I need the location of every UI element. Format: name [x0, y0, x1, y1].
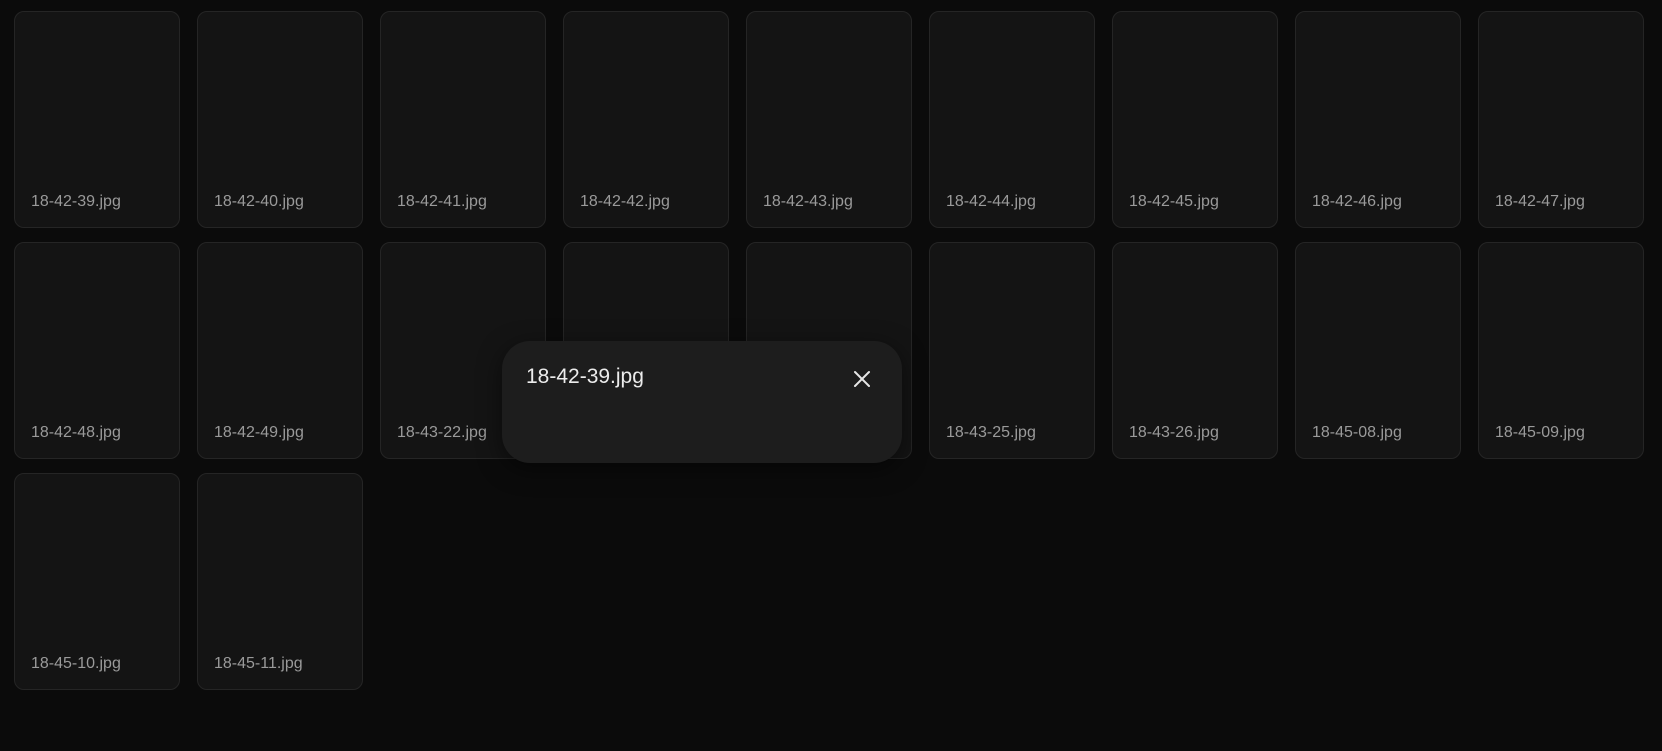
file-name-label: 18-45-11.jpg	[214, 655, 303, 672]
file-name-label: 18-42-40.jpg	[214, 193, 304, 210]
file-name-label: 18-42-46.jpg	[1312, 193, 1402, 210]
file-name-label: 18-42-47.jpg	[1495, 193, 1585, 210]
file-card[interactable]: 18-43-25.jpg	[929, 242, 1095, 459]
file-card[interactable]: 18-42-44.jpg	[929, 11, 1095, 228]
file-card[interactable]: 18-42-41.jpg	[380, 11, 546, 228]
file-card[interactable]: 18-43-26.jpg	[1112, 242, 1278, 459]
close-button[interactable]	[838, 363, 886, 395]
file-name-label: 18-42-42.jpg	[580, 193, 670, 210]
file-name-label: 18-42-49.jpg	[214, 424, 304, 441]
file-card[interactable]: 18-45-08.jpg	[1295, 242, 1461, 459]
file-name-label: 18-43-25.jpg	[946, 424, 1036, 441]
file-card[interactable]: 18-45-11.jpg	[197, 473, 363, 690]
file-name-label: 18-43-26.jpg	[1129, 424, 1219, 441]
file-card[interactable]: 18-42-45.jpg	[1112, 11, 1278, 228]
file-card[interactable]: 18-45-10.jpg	[14, 473, 180, 690]
file-card[interactable]: 18-42-43.jpg	[746, 11, 912, 228]
file-name-label: 18-43-22.jpg	[397, 424, 487, 441]
file-card[interactable]: 18-42-39.jpg	[14, 11, 180, 228]
dialog-title: 18-42-39.jpg	[526, 365, 644, 388]
file-card[interactable]: 18-42-40.jpg	[197, 11, 363, 228]
file-card[interactable]: 18-42-47.jpg	[1478, 11, 1644, 228]
file-name-label: 18-45-08.jpg	[1312, 424, 1402, 441]
close-icon	[854, 371, 870, 387]
file-card[interactable]: 18-42-42.jpg	[563, 11, 729, 228]
file-card[interactable]: 18-45-09.jpg	[1478, 242, 1644, 459]
file-name-label: 18-45-09.jpg	[1495, 424, 1585, 441]
file-card[interactable]: 18-42-49.jpg	[197, 242, 363, 459]
file-card[interactable]: 18-42-46.jpg	[1295, 11, 1461, 228]
file-name-label: 18-42-44.jpg	[946, 193, 1036, 210]
file-name-label: 18-42-48.jpg	[31, 424, 121, 441]
file-name-label: 18-45-10.jpg	[31, 655, 121, 672]
file-name-label: 18-42-41.jpg	[397, 193, 487, 210]
file-dialog: 18-42-39.jpg	[502, 341, 902, 463]
file-name-label: 18-42-45.jpg	[1129, 193, 1219, 210]
file-name-label: 18-42-43.jpg	[763, 193, 853, 210]
file-card[interactable]: 18-42-48.jpg	[14, 242, 180, 459]
file-name-label: 18-42-39.jpg	[31, 193, 121, 210]
